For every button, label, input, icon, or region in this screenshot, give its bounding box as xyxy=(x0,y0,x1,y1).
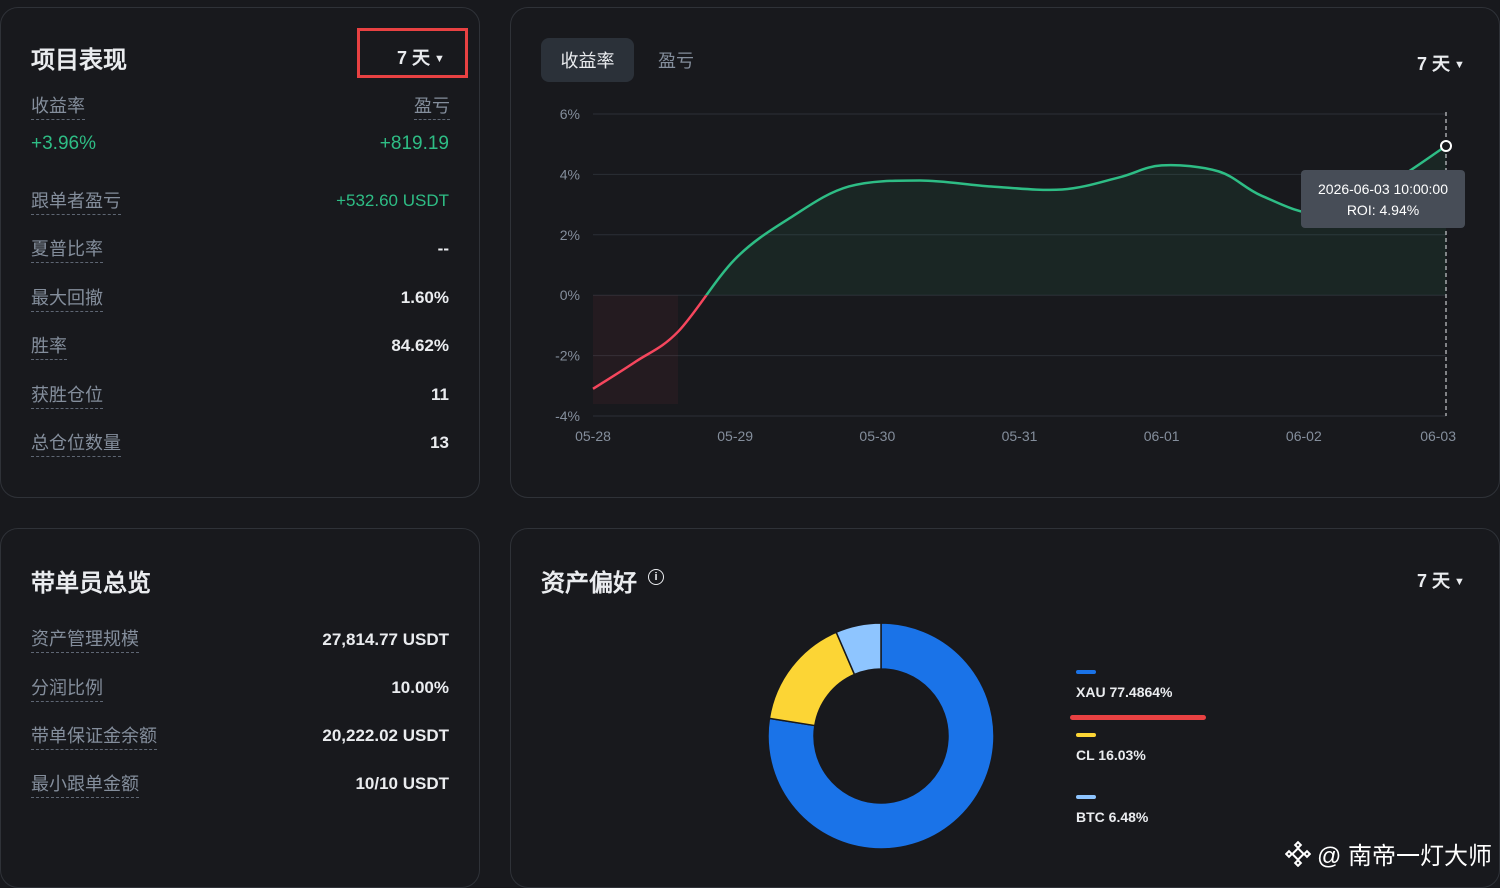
period-highlight-box xyxy=(357,28,468,78)
tab-pnl[interactable]: 盈亏 xyxy=(648,38,704,82)
asset-period-dropdown[interactable]: 7 天 ▼ xyxy=(1417,567,1465,593)
pnl-label[interactable]: 盈亏 xyxy=(414,95,450,120)
min-copy-amount-value: 10/10 USDT xyxy=(355,774,449,793)
x-tick-label: 06-01 xyxy=(1144,428,1180,444)
max-drawdown-label[interactable]: 最大回撤 xyxy=(31,287,103,312)
max-drawdown-value: 1.60% xyxy=(400,288,449,307)
chart-tooltip: 2026-06-03 10:00:00 ROI: 4.94% xyxy=(1301,170,1465,228)
y-tick-label: 0% xyxy=(560,287,580,303)
sharpe-label[interactable]: 夏普比率 xyxy=(31,238,103,263)
caret-down-icon: ▼ xyxy=(1454,576,1465,588)
watermark-text: @ 南帝一灯大师 xyxy=(1316,843,1492,870)
total-positions-label[interactable]: 总仓位数量 xyxy=(31,432,121,457)
asset-donut-chart[interactable] xyxy=(761,616,1001,856)
performance-title: 项目表现 xyxy=(31,47,127,74)
roi-line-chart[interactable]: 6% 4% 2% 0% -2% -4% 05-28 05-29 05-30 05-31 06-01 0… xyxy=(510,90,1500,470)
legend-btc: BTC 6.48% xyxy=(1076,809,1149,825)
chart-period-label: 7 天 xyxy=(1417,54,1451,74)
aum-value: 27,814.77 USDT xyxy=(322,630,449,649)
profit-share-value: 10.00% xyxy=(391,678,449,697)
legend-cl: CL 16.03% xyxy=(1076,747,1146,763)
follower-pnl-value: +532.60 USDT xyxy=(336,191,449,210)
chart-period-dropdown[interactable]: 7 天 ▼ xyxy=(1417,50,1465,76)
legend-swatch-xau xyxy=(1076,670,1096,674)
win-rate-label[interactable]: 胜率 xyxy=(31,335,67,360)
margin-balance-value: 20,222.02 USDT xyxy=(322,726,449,745)
roi-value: +3.96% xyxy=(31,133,96,154)
winning-positions-value: 11 xyxy=(431,385,449,404)
tooltip-time: 2026-06-03 10:00:00 xyxy=(1318,181,1448,197)
asset-period-label: 7 天 xyxy=(1417,571,1451,591)
y-tick-label: -4% xyxy=(555,408,580,424)
xau-underline-highlight xyxy=(1070,715,1206,720)
tab-roi[interactable]: 收益率 xyxy=(541,38,634,82)
legend-xau: XAU 77.4864% xyxy=(1076,684,1173,700)
x-tick-label: 05-30 xyxy=(859,428,895,444)
winning-positions-label[interactable]: 获胜仓位 xyxy=(31,384,103,409)
y-tick-label: 6% xyxy=(560,106,580,122)
y-tick-label: 4% xyxy=(560,166,580,182)
win-rate-value: 84.62% xyxy=(391,336,449,355)
sharpe-value: -- xyxy=(437,239,449,258)
watermark: @ 南帝一灯大师 xyxy=(1284,836,1492,871)
legend-swatch-cl xyxy=(1076,733,1096,737)
total-positions-value: 13 xyxy=(430,433,449,452)
tooltip-value: ROI: 4.94% xyxy=(1346,202,1420,218)
x-tick-label: 05-29 xyxy=(717,428,753,444)
binance-logo-icon xyxy=(1284,840,1311,867)
caret-down-icon: ▼ xyxy=(1454,59,1465,71)
y-tick-label: -2% xyxy=(555,348,580,364)
pnl-value: +819.19 xyxy=(379,133,449,154)
profit-share-label[interactable]: 分润比例 xyxy=(31,677,103,702)
y-tick-label: 2% xyxy=(560,227,580,243)
min-copy-amount-label[interactable]: 最小跟单金额 xyxy=(31,773,139,798)
overview-title: 带单员总览 xyxy=(31,570,151,597)
x-tick-label: 05-28 xyxy=(575,428,611,444)
x-tick-label: 05-31 xyxy=(1002,428,1038,444)
x-tick-label: 06-02 xyxy=(1286,428,1322,444)
negative-area xyxy=(593,295,678,404)
asset-preference-title: 资产偏好 xyxy=(541,570,637,597)
hover-point xyxy=(1440,140,1452,153)
follower-pnl-label[interactable]: 跟单者盈亏 xyxy=(31,190,121,215)
x-tick-label: 06-03 xyxy=(1420,428,1456,444)
legend-swatch-btc xyxy=(1076,795,1096,799)
aum-label[interactable]: 资产管理规模 xyxy=(31,628,139,653)
roi-label[interactable]: 收益率 xyxy=(31,95,85,120)
info-icon[interactable]: i xyxy=(648,569,664,585)
margin-balance-label[interactable]: 带单保证金余额 xyxy=(31,725,157,750)
